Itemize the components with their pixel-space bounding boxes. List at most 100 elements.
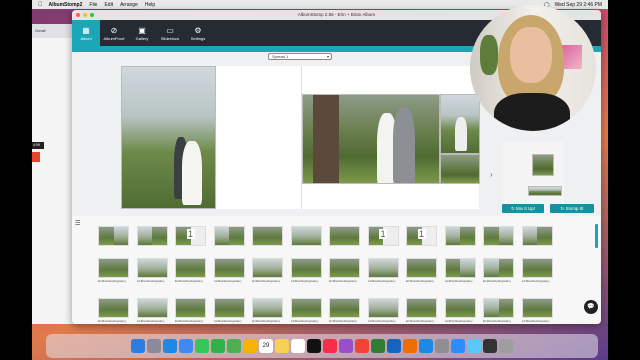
albumproof-icon: ⊘ xyxy=(110,25,118,35)
menu-edit[interactable]: Edit xyxy=(104,2,113,8)
facetime-icon[interactable] xyxy=(211,339,225,353)
spread-thumbnail[interactable] xyxy=(521,226,553,246)
messages-icon[interactable] xyxy=(195,339,209,353)
spread-thumbnail[interactable]: 1 xyxy=(406,226,437,246)
side-red-button[interactable] xyxy=(32,152,40,162)
zoom-button[interactable] xyxy=(90,13,94,17)
left-page-photo[interactable] xyxy=(121,66,216,209)
tab-slideshow-label: Slideshow xyxy=(160,35,180,41)
spread-thumbnail[interactable] xyxy=(290,298,322,318)
spread-thumbnail[interactable] xyxy=(213,258,245,278)
reminders-icon[interactable] xyxy=(291,339,305,353)
close-button[interactable] xyxy=(76,13,80,17)
spread-thumbnail[interactable] xyxy=(367,298,399,318)
layout-preview-bottom[interactable] xyxy=(528,186,562,196)
settings-icon[interactable] xyxy=(435,339,449,353)
spread-thumbnail[interactable] xyxy=(483,258,514,278)
thumbnail-caption: ErinBrianWeddingGallery xyxy=(521,280,550,283)
spread-thumbnail[interactable]: 1 xyxy=(367,226,399,246)
apple-icon[interactable]:  xyxy=(38,2,43,8)
spread-thumbnail[interactable] xyxy=(290,226,322,246)
spread-thumbnail[interactable] xyxy=(521,258,553,278)
mix-it-up-button[interactable]: ↻ Mix It Up! xyxy=(502,204,544,213)
spread-thumbnail[interactable] xyxy=(483,298,514,318)
right-bottom-photo[interactable] xyxy=(440,154,480,184)
spread-thumbnail[interactable] xyxy=(213,298,245,318)
spread-thumbnail[interactable] xyxy=(252,258,283,278)
wall-painting xyxy=(562,45,582,69)
preview-icon[interactable] xyxy=(467,339,481,353)
spread-thumbnail[interactable] xyxy=(136,226,168,246)
spread-thumbnail[interactable] xyxy=(213,226,245,246)
spread-thumbnail[interactable] xyxy=(444,258,476,278)
bride-figure xyxy=(182,141,202,205)
spread-thumbnail[interactable] xyxy=(98,226,129,246)
thumbnail-caption: ErinBrianWeddingGallery xyxy=(329,280,358,283)
maps-icon[interactable] xyxy=(227,339,241,353)
trash-icon[interactable] xyxy=(499,339,513,353)
chevron-right-icon[interactable]: › xyxy=(490,170,493,179)
spread-thumbnail[interactable] xyxy=(98,258,129,278)
spread-thumbnail[interactable] xyxy=(483,226,514,246)
spread-thumbnail[interactable] xyxy=(406,258,437,278)
menu-app-name[interactable]: AlbumStomp2 xyxy=(49,2,83,8)
spread-thumbnail[interactable] xyxy=(136,298,168,318)
keynote-icon[interactable] xyxy=(387,339,401,353)
spread-thumbnail[interactable] xyxy=(367,258,399,278)
thumbnail-caption: ErinBrianWeddingGallery xyxy=(406,320,435,323)
zoom-icon[interactable] xyxy=(451,339,465,353)
tab-album[interactable]: ▦ Album xyxy=(72,20,100,46)
tab-albumproof[interactable]: ⊘ AlbumProof xyxy=(100,20,128,46)
menu-help[interactable]: Help xyxy=(145,2,155,8)
spread-thumbnail[interactable] xyxy=(136,258,168,278)
thumbnail-caption: ErinBrianWeddingGallery xyxy=(290,280,319,283)
thumbnail-caption: ErinBrianWeddingGallery xyxy=(444,320,473,323)
launchpad-icon[interactable] xyxy=(147,339,161,353)
tab-albumproof-label: AlbumProof xyxy=(103,35,125,41)
layout-preview-top[interactable] xyxy=(532,154,554,176)
kiss-photo[interactable] xyxy=(302,94,440,184)
minimize-button[interactable] xyxy=(83,13,87,17)
finder-icon[interactable] xyxy=(131,339,145,353)
photos-icon[interactable] xyxy=(243,339,257,353)
spread-thumbnail[interactable] xyxy=(252,226,283,246)
calendar-icon[interactable]: 29 xyxy=(259,339,273,353)
menu-arrange[interactable]: Arrange xyxy=(120,2,138,8)
podcasts-icon[interactable] xyxy=(339,339,353,353)
appstore-icon[interactable] xyxy=(419,339,433,353)
menu-file[interactable]: File xyxy=(89,2,97,8)
menu-icon[interactable]: ☰ xyxy=(75,220,80,227)
safari-icon[interactable] xyxy=(163,339,177,353)
news-icon[interactable] xyxy=(355,339,369,353)
appletv-icon[interactable] xyxy=(307,339,321,353)
spread-thumbnail[interactable] xyxy=(252,298,283,318)
notes-icon[interactable] xyxy=(275,339,289,353)
numbers-icon[interactable] xyxy=(371,339,385,353)
music-icon[interactable] xyxy=(323,339,337,353)
spread-thumbnail[interactable] xyxy=(406,298,437,318)
thumbnail-caption: ErinBrianWeddingGallery xyxy=(252,280,281,283)
tab-slideshow[interactable]: ▭ Slideshow xyxy=(156,20,184,46)
stomp-it-button[interactable]: ↻ Stomp It! xyxy=(550,204,594,213)
spread-thumbnail[interactable] xyxy=(175,258,206,278)
spread-thumbnail[interactable] xyxy=(521,298,553,318)
spread-thumbnail[interactable] xyxy=(444,298,476,318)
tab-settings[interactable]: ⚙ Settings xyxy=(184,20,212,46)
scrollbar[interactable] xyxy=(595,224,598,248)
pages-icon[interactable] xyxy=(403,339,417,353)
spread-thumbnail[interactable] xyxy=(329,258,360,278)
spread-thumbnail[interactable] xyxy=(175,298,206,318)
quicktime-icon[interactable] xyxy=(483,339,497,353)
tab-gallery[interactable]: ▣ Gallery xyxy=(128,20,156,46)
spread-thumbnail[interactable] xyxy=(329,226,360,246)
spread-thumbnail[interactable] xyxy=(329,298,360,318)
spread-thumbnail[interactable] xyxy=(98,298,129,318)
chat-icon[interactable]: 💬 xyxy=(584,300,598,314)
spread-dropdown[interactable]: Spread 1 ▾ xyxy=(268,53,332,60)
mail-icon[interactable] xyxy=(179,339,193,353)
spread-thumbnail[interactable] xyxy=(290,258,322,278)
spread-thumbnail[interactable] xyxy=(444,226,476,246)
thumbnail-caption: ErinBrianWeddingGallery xyxy=(136,320,165,323)
thumbnail-caption: ErinBrianWeddingGallery xyxy=(367,280,396,283)
spread-thumbnail[interactable]: 1 xyxy=(175,226,206,246)
